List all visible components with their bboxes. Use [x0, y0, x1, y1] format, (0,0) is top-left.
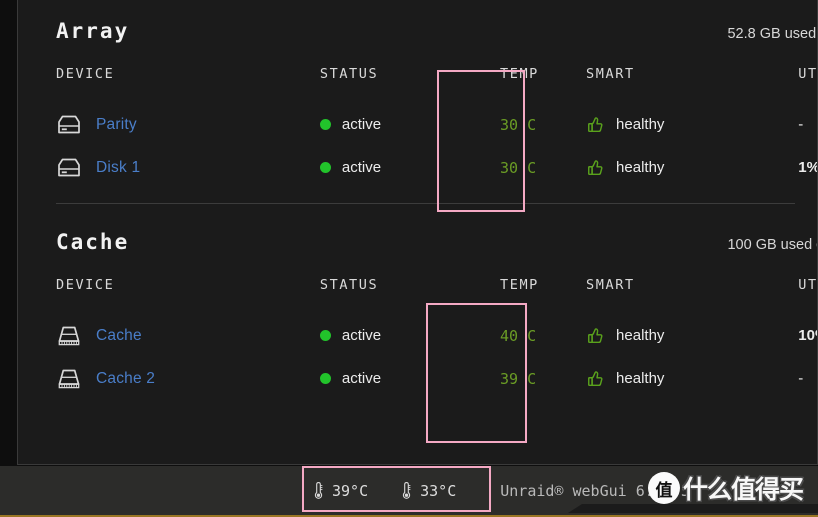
cache-row0-temp-cell: 40 C	[500, 314, 586, 357]
array-usage-text: 52.8 GB used of 4 T	[727, 26, 817, 42]
cache-usage-text: 100 GB used of 1 TI	[727, 237, 817, 253]
cache-row1-smart-text: healthy	[616, 370, 665, 387]
cache-table-header-row: DEVICE STATUS TEMP SMART UTILIZ	[56, 270, 817, 314]
thermometer-icon	[402, 482, 411, 499]
array-col-status[interactable]: STATUS	[320, 59, 500, 103]
section-divider	[56, 203, 795, 204]
cache-row0-smart-cell: healthy	[586, 314, 798, 357]
array-row0-smart-text: healthy	[616, 116, 665, 133]
footer-temp-1-value: 39°C	[332, 481, 369, 500]
hdd-icon	[58, 115, 80, 133]
footer-temp-1[interactable]: 39°C	[312, 481, 368, 500]
array-row0-temp-cell: 30 C	[500, 103, 586, 146]
table-row[interactable]: Cache 2 active 39 C healthy -	[56, 357, 817, 400]
array-col-util[interactable]: UTILIZ	[798, 59, 817, 103]
array-row1-smart-cell: healthy	[586, 146, 798, 189]
array-row0-smart-cell: healthy	[586, 103, 798, 146]
cache-row1-status-cell: active	[319, 357, 500, 400]
status-dot-icon	[319, 373, 331, 384]
array-row0-device-cell: Parity	[56, 103, 320, 146]
array-row0-util-cell: -	[798, 103, 817, 146]
cache-row1-status-text: active	[341, 370, 382, 387]
array-row0-temp-text: 30 C	[500, 115, 537, 134]
thumbs-up-icon	[588, 160, 603, 176]
footer-content: 39°C 33°C Unraid® webGui 6.11.5	[312, 481, 690, 500]
cache-device-table: DEVICE STATUS TEMP SMART UTILIZ	[56, 270, 817, 400]
array-row1-util-cell: 1%	[798, 146, 818, 189]
array-row0-util-text: -	[798, 116, 804, 133]
thumbs-up-icon	[588, 371, 603, 387]
cache-row1-device-name[interactable]: Cache 2	[96, 370, 155, 388]
thermometer-icon	[314, 482, 323, 499]
array-row1-smart-text: healthy	[616, 159, 665, 176]
cache-row1-util-text: -	[798, 370, 804, 387]
array-col-device[interactable]: DEVICE	[56, 59, 320, 103]
cache-row0-status-cell: active	[319, 314, 500, 357]
cache-row0-device-name[interactable]: Cache	[96, 327, 142, 345]
ssd-icon	[58, 326, 80, 345]
array-row1-status-cell: active	[319, 146, 500, 189]
thumbs-up-icon	[588, 117, 603, 133]
cache-row0-util-text: 10%	[798, 327, 817, 344]
array-row1-device-cell: Disk 1	[56, 146, 320, 189]
cache-col-util[interactable]: UTILIZ	[798, 270, 817, 314]
array-row1-temp-cell: 30 C	[500, 146, 586, 189]
cache-row1-util-cell: -	[798, 357, 817, 400]
array-row0-device-name[interactable]: Parity	[96, 116, 137, 134]
array-section: Array 52.8 GB used of 4 T DEVICE STATUS …	[18, 0, 817, 204]
cache-col-smart[interactable]: SMART	[586, 270, 798, 314]
array-device-table: DEVICE STATUS TEMP SMART UTILIZ	[56, 59, 818, 189]
array-row0-status-cell: active	[319, 103, 500, 146]
cache-row0-temp-text: 40 C	[500, 326, 537, 345]
cache-row1-device-cell: Cache 2	[56, 357, 320, 400]
cache-row0-status-text: active	[341, 327, 382, 344]
array-col-smart[interactable]: SMART	[586, 59, 798, 103]
footer-credit-text[interactable]: Unraid® webGui 6.11.5	[500, 482, 690, 500]
cache-row1-temp-cell: 39 C	[500, 357, 586, 400]
footer-corner-sliver	[568, 504, 818, 513]
table-row[interactable]: Cache active 40 C healthy 10	[56, 314, 817, 357]
table-row[interactable]: Disk 1 active 30 C healthy 1%	[56, 146, 818, 189]
status-footer: 39°C 33°C Unraid® webGui 6.11.5	[0, 466, 818, 517]
cache-row1-temp-text: 39 C	[500, 369, 537, 388]
cache-row0-smart-text: healthy	[616, 327, 665, 344]
footer-temp-2-value: 33°C	[420, 481, 457, 500]
hdd-icon	[58, 158, 80, 176]
footer-temp-2[interactable]: 33°C	[400, 481, 456, 500]
array-title: Array	[56, 19, 130, 43]
array-row1-device-name[interactable]: Disk 1	[96, 159, 140, 177]
status-dot-icon	[319, 119, 331, 130]
status-dot-icon	[319, 162, 331, 173]
array-row1-temp-text: 30 C	[500, 158, 537, 177]
array-row1-util-text: 1%	[798, 159, 818, 176]
cache-title: Cache	[56, 230, 130, 254]
status-dot-icon	[319, 330, 331, 341]
cache-col-device[interactable]: DEVICE	[56, 270, 320, 314]
array-row0-status-text: active	[341, 116, 382, 133]
page-background: Array 52.8 GB used of 4 T DEVICE STATUS …	[0, 0, 818, 517]
thumbs-up-icon	[588, 328, 603, 344]
cache-col-temp[interactable]: TEMP	[500, 270, 586, 314]
cache-row0-util-cell: 10%	[798, 314, 817, 357]
storage-panel: Array 52.8 GB used of 4 T DEVICE STATUS …	[17, 0, 818, 465]
cache-row0-device-cell: Cache	[56, 314, 320, 357]
ssd-icon	[58, 369, 80, 388]
array-col-temp[interactable]: TEMP	[500, 59, 586, 103]
cache-section: Cache 100 GB used of 1 TI DEVICE STATUS …	[18, 230, 817, 400]
cache-row1-smart-cell: healthy	[586, 357, 798, 400]
cache-section-header: Cache 100 GB used of 1 TI	[56, 230, 817, 270]
array-row1-status-text: active	[341, 159, 382, 176]
cache-col-status[interactable]: STATUS	[320, 270, 500, 314]
array-table-header-row: DEVICE STATUS TEMP SMART UTILIZ	[56, 59, 817, 103]
array-section-header: Array 52.8 GB used of 4 T	[56, 19, 817, 59]
table-row[interactable]: Parity active 30 C healthy -	[56, 103, 817, 146]
